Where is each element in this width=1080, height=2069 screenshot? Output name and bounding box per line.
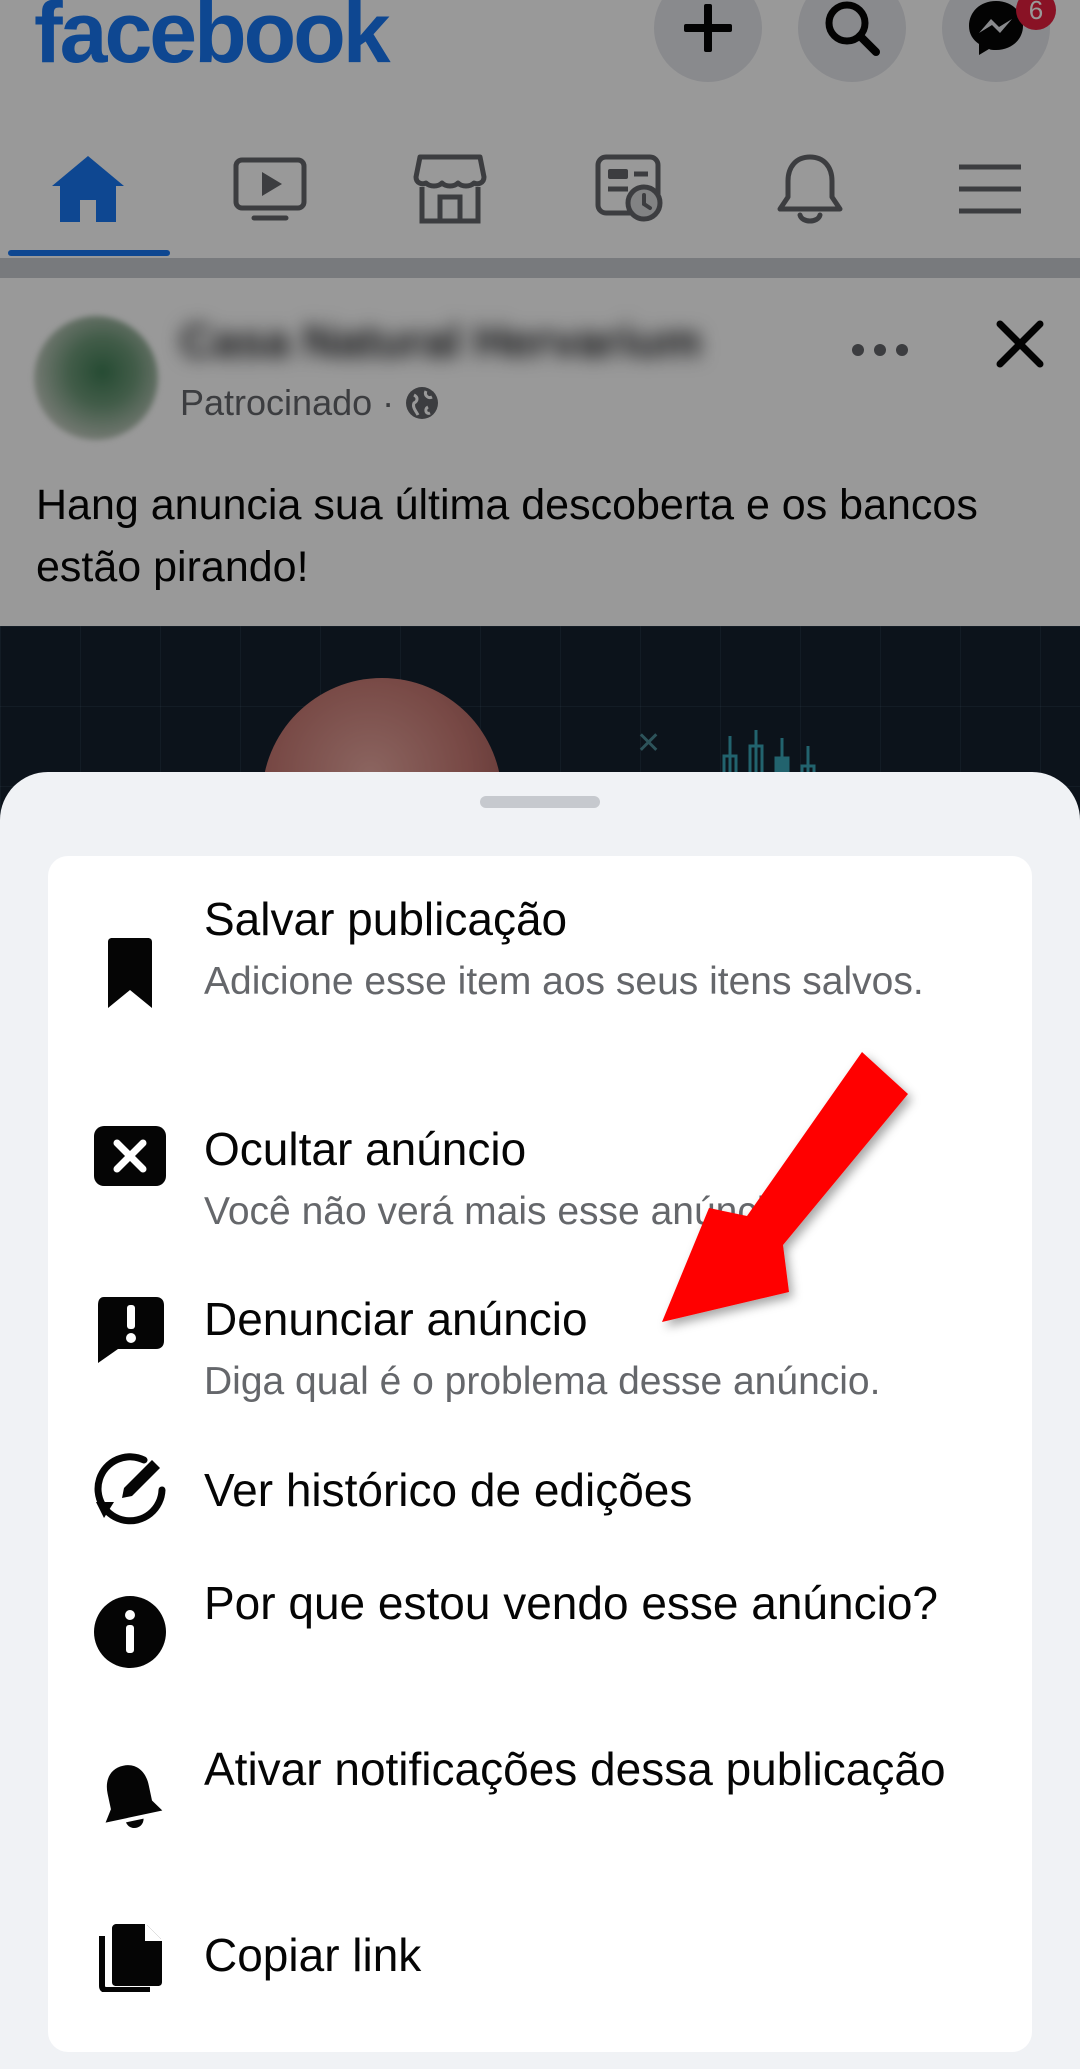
menu-item-report-ad[interactable]: Denunciar anúncio Diga qual é o problema… (48, 1256, 1032, 1430)
menu-item-title: Ver histórico de edições (204, 1464, 693, 1516)
menu-item-subtitle: Você não verá mais esse anúncio. (204, 1190, 799, 1233)
bottom-sheet: Salvar publicação Adicione esse item aos… (0, 772, 1080, 2069)
info-icon (92, 1594, 168, 1670)
menu-item-save-post[interactable]: Salvar publicação Adicione esse item aos… (48, 856, 1032, 1086)
sheet-drag-handle[interactable] (480, 796, 600, 808)
menu-item-title: Copiar link (204, 1929, 422, 1981)
report-icon (92, 1292, 168, 1368)
menu-item-title: Por que estou vendo esse anúncio? (204, 1577, 938, 1629)
menu-item-subtitle: Diga qual é o problema desse anúncio. (204, 1360, 881, 1403)
menu-item-enable-notifications[interactable]: Ativar notificações dessa publicação (48, 1716, 1032, 1890)
close-box-icon (92, 1118, 168, 1194)
options-menu: Salvar publicação Adicione esse item aos… (48, 856, 1032, 2052)
menu-item-title: Salvar publicação (204, 893, 568, 945)
menu-item-title: Ativar notificações dessa publicação (204, 1743, 946, 1795)
menu-item-title: Ocultar anúncio (204, 1123, 527, 1175)
menu-item-edit-history[interactable]: Ver histórico de edições (48, 1430, 1032, 1550)
menu-item-hide-ad[interactable]: Ocultar anúncio Você não verá mais esse … (48, 1086, 1032, 1256)
edit-history-icon (92, 1452, 168, 1528)
menu-item-subtitle: Adicione esse item aos seus itens salvos… (204, 960, 924, 1003)
menu-item-why-this-ad[interactable]: Por que estou vendo esse anúncio? (48, 1550, 1032, 1716)
bell-icon (92, 1760, 168, 1836)
menu-item-copy-link[interactable]: Copiar link (48, 1890, 1032, 2020)
menu-item-title: Denunciar anúncio (204, 1293, 588, 1345)
copy-icon (92, 1918, 168, 1994)
bookmark-icon (92, 936, 168, 1012)
